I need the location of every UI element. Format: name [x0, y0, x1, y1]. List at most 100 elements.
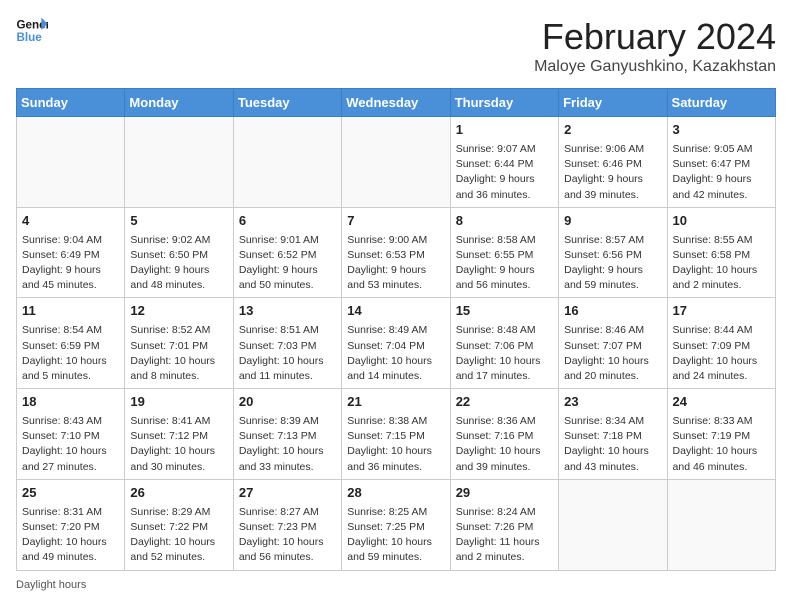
calendar-day-23: 23 Sunrise: 8:34 AMSunset: 7:18 PMDayligh…: [559, 389, 667, 480]
calendar-day-1: 1 Sunrise: 9:07 AMSunset: 6:44 PMDaylight…: [450, 117, 558, 208]
weekday-header-wednesday: Wednesday: [342, 89, 450, 117]
calendar-day-12: 12Sunrise: 8:52 AMSunset: 7:01 PMDayligh…: [125, 298, 233, 389]
day-detail: Sunrise: 8:31 AMSunset: 7:20 PMDaylight:…: [22, 505, 119, 566]
calendar-title: February 2024: [534, 16, 776, 58]
day-number: 9: [564, 212, 661, 231]
calendar-day-26: 26Sunrise: 8:29 AMSunset: 7:22 PMDayligh…: [125, 479, 233, 570]
day-detail: Sunrise: 8:33 AMSunset: 7:19 PMDaylight:…: [673, 414, 770, 475]
day-number: 7: [347, 212, 444, 231]
day-detail: Sunrise: 9:00 AMSunset: 6:53 PMDaylight:…: [347, 233, 444, 294]
day-detail: Sunrise: 8:38 AMSunset: 7:15 PMDaylight:…: [347, 414, 444, 475]
title-block: February 2024 Maloye Ganyushkino, Kazakh…: [534, 16, 776, 76]
day-detail: Sunrise: 9:07 AMSunset: 6:44 PMDaylight:…: [456, 142, 553, 203]
weekday-header-tuesday: Tuesday: [233, 89, 341, 117]
day-number: 19: [130, 393, 227, 412]
day-detail: Sunrise: 8:57 AMSunset: 6:56 PMDaylight:…: [564, 233, 661, 294]
weekday-header-thursday: Thursday: [450, 89, 558, 117]
calendar-week-row: 4 Sunrise: 9:04 AMSunset: 6:49 PMDaylight…: [17, 207, 776, 298]
calendar-week-row: 11 Sunrise: 8:54 AMSunset: 6:59 PMDayligh…: [17, 298, 776, 389]
day-number: 25: [22, 484, 119, 503]
day-detail: Sunrise: 8:34 AMSunset: 7:18 PMDaylight:…: [564, 414, 661, 475]
day-detail: Sunrise: 8:49 AMSunset: 7:04 PMDaylight:…: [347, 323, 444, 384]
calendar-day-11: 11 Sunrise: 8:54 AMSunset: 6:59 PMDayligh…: [17, 298, 125, 389]
day-number: 23: [564, 393, 661, 412]
calendar-day-13: 13 Sunrise: 8:51 AMSunset: 7:03 PMDayligh…: [233, 298, 341, 389]
calendar-week-row: 1 Sunrise: 9:07 AMSunset: 6:44 PMDaylight…: [17, 117, 776, 208]
calendar-day-3: 3 Sunrise: 9:05 AMSunset: 6:47 PMDaylight…: [667, 117, 775, 208]
calendar-day-10: 10 Sunrise: 8:55 AMSunset: 6:58 PMDayligh…: [667, 207, 775, 298]
day-detail: Sunrise: 8:55 AMSunset: 6:58 PMDaylight:…: [673, 233, 770, 294]
calendar-day-5: 5Sunrise: 9:02 AMSunset: 6:50 PMDaylight…: [125, 207, 233, 298]
day-number: 29: [456, 484, 553, 503]
day-number: 8: [456, 212, 553, 231]
weekday-header-sunday: Sunday: [17, 89, 125, 117]
calendar-day-9: 9 Sunrise: 8:57 AMSunset: 6:56 PMDaylight…: [559, 207, 667, 298]
day-number: 3: [673, 121, 770, 140]
calendar-day-24: 24 Sunrise: 8:33 AMSunset: 7:19 PMDayligh…: [667, 389, 775, 480]
calendar-day-16: 16 Sunrise: 8:46 AMSunset: 7:07 PMDayligh…: [559, 298, 667, 389]
day-number: 4: [22, 212, 119, 231]
day-number: 14: [347, 302, 444, 321]
day-number: 18: [22, 393, 119, 412]
header: General Blue February 2024 Maloye Ganyus…: [16, 16, 776, 76]
day-number: 20: [239, 393, 336, 412]
day-number: 16: [564, 302, 661, 321]
day-number: 27: [239, 484, 336, 503]
day-detail: Sunrise: 9:01 AMSunset: 6:52 PMDaylight:…: [239, 233, 336, 294]
day-number: 12: [130, 302, 227, 321]
svg-text:Blue: Blue: [16, 31, 42, 44]
day-detail: Sunrise: 8:46 AMSunset: 7:07 PMDaylight:…: [564, 323, 661, 384]
calendar-day-8: 8 Sunrise: 8:58 AMSunset: 6:55 PMDaylight…: [450, 207, 558, 298]
day-number: 26: [130, 484, 227, 503]
calendar-day-2: 2Sunrise: 9:06 AMSunset: 6:46 PMDaylight…: [559, 117, 667, 208]
calendar-day-empty: [233, 117, 341, 208]
day-detail: Sunrise: 8:43 AMSunset: 7:10 PMDaylight:…: [22, 414, 119, 475]
day-detail: Sunrise: 8:58 AMSunset: 6:55 PMDaylight:…: [456, 233, 553, 294]
calendar-day-17: 17Sunrise: 8:44 AMSunset: 7:09 PMDayligh…: [667, 298, 775, 389]
day-number: 15: [456, 302, 553, 321]
day-detail: Sunrise: 8:24 AMSunset: 7:26 PMDaylight:…: [456, 505, 553, 566]
calendar-day-15: 15Sunrise: 8:48 AMSunset: 7:06 PMDayligh…: [450, 298, 558, 389]
calendar-day-21: 21 Sunrise: 8:38 AMSunset: 7:15 PMDayligh…: [342, 389, 450, 480]
day-number: 21: [347, 393, 444, 412]
logo: General Blue: [16, 16, 48, 44]
calendar-table: SundayMondayTuesdayWednesdayThursdayFrid…: [16, 88, 776, 571]
calendar-day-empty: [559, 479, 667, 570]
weekday-header-friday: Friday: [559, 89, 667, 117]
day-number: 13: [239, 302, 336, 321]
calendar-day-20: 20 Sunrise: 8:39 AMSunset: 7:13 PMDayligh…: [233, 389, 341, 480]
day-number: 10: [673, 212, 770, 231]
day-detail: Sunrise: 9:06 AMSunset: 6:46 PMDaylight:…: [564, 142, 661, 203]
day-number: 24: [673, 393, 770, 412]
day-number: 11: [22, 302, 119, 321]
day-detail: Sunrise: 9:02 AMSunset: 6:50 PMDaylight:…: [130, 233, 227, 294]
day-detail: Sunrise: 8:36 AMSunset: 7:16 PMDaylight:…: [456, 414, 553, 475]
day-number: 6: [239, 212, 336, 231]
day-detail: Sunrise: 8:25 AMSunset: 7:25 PMDaylight:…: [347, 505, 444, 566]
day-detail: Sunrise: 8:41 AMSunset: 7:12 PMDaylight:…: [130, 414, 227, 475]
day-detail: Sunrise: 8:27 AMSunset: 7:23 PMDaylight:…: [239, 505, 336, 566]
calendar-day-4: 4 Sunrise: 9:04 AMSunset: 6:49 PMDaylight…: [17, 207, 125, 298]
calendar-day-14: 14 Sunrise: 8:49 AMSunset: 7:04 PMDayligh…: [342, 298, 450, 389]
calendar-day-6: 6 Sunrise: 9:01 AMSunset: 6:52 PMDaylight…: [233, 207, 341, 298]
day-detail: Sunrise: 9:05 AMSunset: 6:47 PMDaylight:…: [673, 142, 770, 203]
calendar-day-19: 19 Sunrise: 8:41 AMSunset: 7:12 PMDayligh…: [125, 389, 233, 480]
calendar-day-27: 27 Sunrise: 8:27 AMSunset: 7:23 PMDayligh…: [233, 479, 341, 570]
day-detail: Sunrise: 8:39 AMSunset: 7:13 PMDaylight:…: [239, 414, 336, 475]
weekday-header-saturday: Saturday: [667, 89, 775, 117]
day-detail: Sunrise: 8:54 AMSunset: 6:59 PMDaylight:…: [22, 323, 119, 384]
calendar-day-18: 18 Sunrise: 8:43 AMSunset: 7:10 PMDayligh…: [17, 389, 125, 480]
weekday-header-monday: Monday: [125, 89, 233, 117]
day-number: 22: [456, 393, 553, 412]
calendar-day-29: 29 Sunrise: 8:24 AMSunset: 7:26 PMDayligh…: [450, 479, 558, 570]
day-number: 1: [456, 121, 553, 140]
calendar-day-25: 25 Sunrise: 8:31 AMSunset: 7:20 PMDayligh…: [17, 479, 125, 570]
logo-icon: General Blue: [16, 16, 48, 44]
calendar-day-empty: [667, 479, 775, 570]
calendar-day-empty: [17, 117, 125, 208]
calendar-subtitle: Maloye Ganyushkino, Kazakhstan: [534, 58, 776, 76]
day-detail: Sunrise: 9:04 AMSunset: 6:49 PMDaylight:…: [22, 233, 119, 294]
day-detail: Sunrise: 8:51 AMSunset: 7:03 PMDaylight:…: [239, 323, 336, 384]
footer-note: Daylight hours: [16, 579, 776, 591]
day-number: 28: [347, 484, 444, 503]
